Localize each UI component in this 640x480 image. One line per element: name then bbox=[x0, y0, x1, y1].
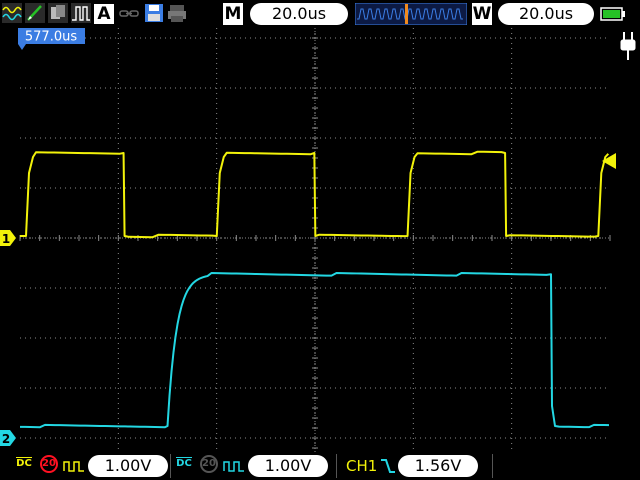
link-icon[interactable] bbox=[118, 3, 140, 23]
ch1-bandwidth-limit[interactable]: 20 bbox=[40, 455, 58, 473]
trigger-source[interactable]: CH1 bbox=[346, 456, 377, 476]
print-icon[interactable] bbox=[167, 3, 187, 23]
ch1-waveform bbox=[20, 150, 610, 239]
channel-status-bar: DC 20 1.00V DC 20 1.00V CH1 1.56V bbox=[0, 452, 640, 480]
power-plug-icon bbox=[620, 32, 636, 60]
save-icon[interactable] bbox=[144, 3, 164, 23]
waveform-display[interactable]: 577.0us 1 2 bbox=[0, 28, 640, 452]
pulse-icon[interactable] bbox=[71, 3, 91, 23]
ch1-ground-marker[interactable]: 1 bbox=[0, 230, 16, 246]
window-timebase-label: W bbox=[472, 3, 492, 25]
falling-edge-icon[interactable] bbox=[380, 457, 396, 475]
scope-canvas: 577.0us 1 2 bbox=[0, 28, 636, 452]
memory-position-bar[interactable] bbox=[355, 3, 467, 25]
trigger-offset-tag[interactable]: 577.0us bbox=[18, 28, 85, 50]
ch1-coupling-icon[interactable]: DC bbox=[14, 456, 34, 476]
ch2-ground-marker[interactable]: 2 bbox=[0, 430, 16, 446]
ch2-waveform bbox=[19, 271, 610, 429]
trigger-level[interactable]: 1.56V bbox=[398, 455, 478, 477]
ch2-scale[interactable]: 1.00V bbox=[248, 455, 328, 477]
svg-text:2: 2 bbox=[2, 432, 10, 446]
ch2-invert-icon[interactable] bbox=[223, 459, 245, 473]
main-timebase-value[interactable]: 20.0us bbox=[250, 3, 348, 25]
battery-icon bbox=[600, 7, 625, 21]
top-toolbar: A M 20.0us W 20.0us bbox=[0, 0, 640, 28]
graticule bbox=[19, 28, 611, 452]
copy-icon[interactable] bbox=[48, 3, 68, 23]
edit-icon[interactable] bbox=[25, 3, 45, 23]
ch1-invert-icon[interactable] bbox=[63, 459, 85, 473]
text-icon[interactable]: A bbox=[94, 4, 114, 24]
ch2-bandwidth-limit[interactable]: 20 bbox=[200, 455, 218, 473]
waveform-icon[interactable] bbox=[2, 3, 22, 23]
svg-text:1: 1 bbox=[2, 232, 10, 246]
svg-text:577.0us: 577.0us bbox=[25, 30, 77, 45]
divider bbox=[336, 454, 337, 478]
ch1-scale[interactable]: 1.00V bbox=[88, 455, 168, 477]
main-timebase-label: M bbox=[223, 3, 243, 25]
trigger-level-marker[interactable] bbox=[602, 153, 616, 169]
divider bbox=[170, 454, 171, 478]
window-timebase-value[interactable]: 20.0us bbox=[498, 3, 594, 25]
ch2-coupling-icon[interactable]: DC bbox=[174, 456, 194, 476]
divider bbox=[492, 454, 493, 478]
